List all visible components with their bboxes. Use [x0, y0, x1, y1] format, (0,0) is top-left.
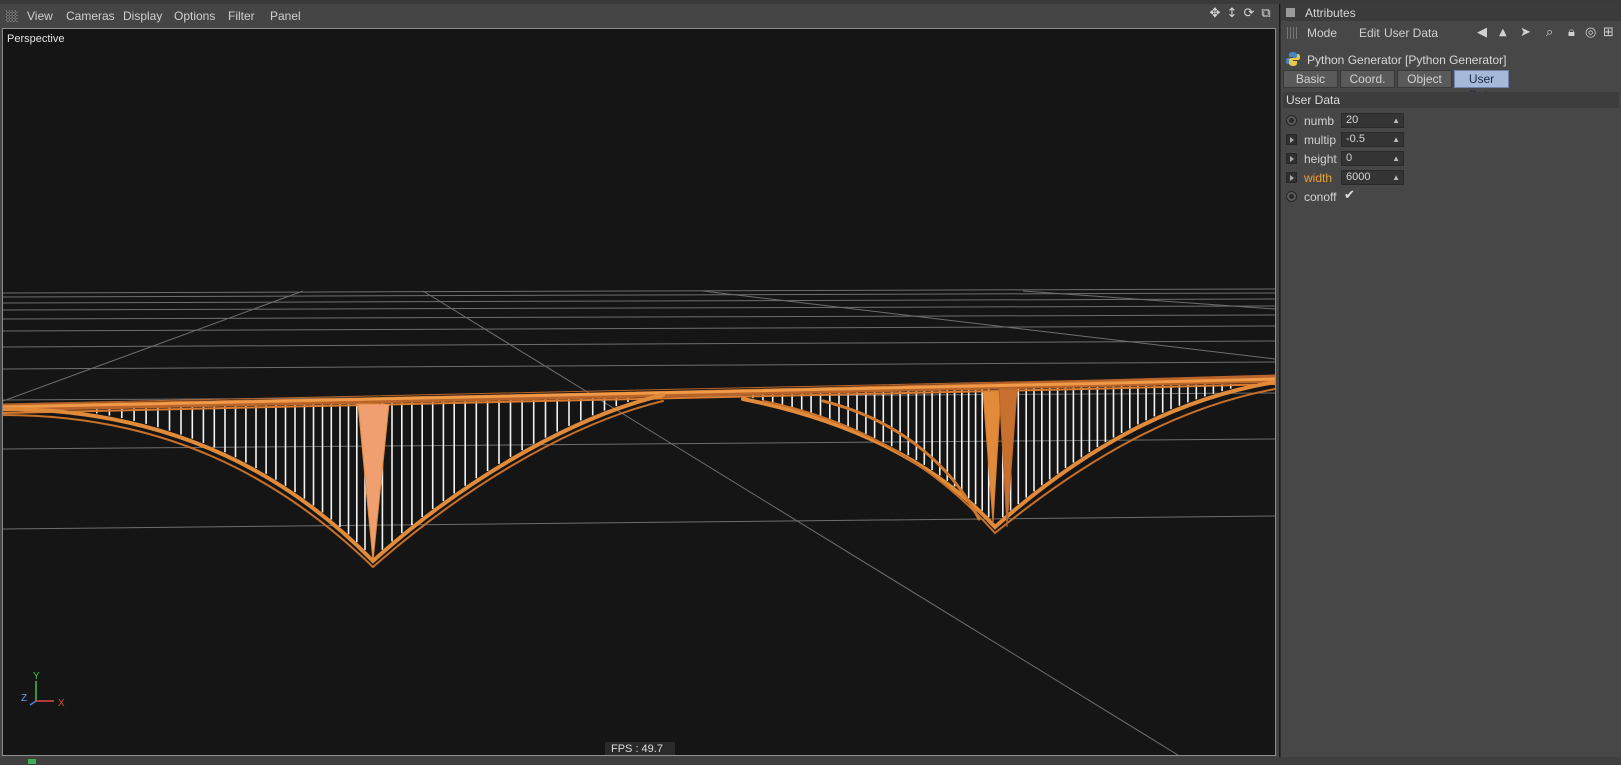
python-icon [1286, 52, 1300, 66]
grid-line [702, 290, 1275, 360]
pylon-left [357, 403, 390, 562]
param-width: width 6000 ▲ [1281, 169, 1621, 187]
field-value: 0 [1346, 152, 1353, 164]
search-icon[interactable]: ⌕ [1546, 25, 1553, 40]
cable-lines [96, 384, 1232, 550]
menu-options[interactable]: Options [174, 9, 215, 23]
move-icon[interactable]: ✥ [1208, 7, 1222, 21]
camera-label[interactable]: Perspective [7, 33, 64, 45]
object-name: Python Generator [Python Generator] [1307, 53, 1507, 67]
back-arrow-icon[interactable]: ◀ [1477, 25, 1487, 40]
grid-line [3, 305, 1275, 311]
attribute-tabs: Basic Coord. Object User Data [1283, 70, 1509, 102]
attributes-title: Attributes [1305, 6, 1356, 20]
param-label: height [1304, 152, 1337, 166]
tab-object[interactable]: Object [1397, 70, 1452, 88]
keyframe-icon[interactable] [1286, 134, 1297, 145]
viewport-nav-icons: ✥ ↕ ⟳ ⧉ [1208, 7, 1273, 21]
lock-icon[interactable]: 🔒︎ [1568, 25, 1575, 40]
up-arrow-icon[interactable]: ▲ [1499, 27, 1507, 38]
menu-edit[interactable]: Edit [1359, 26, 1380, 40]
object-header: Python Generator [Python Generator] [1281, 48, 1621, 70]
param-multip: multip -0.5 ▲ [1281, 131, 1621, 149]
axis-gizmo: Y Z X [21, 671, 65, 709]
grid-line [3, 298, 1275, 304]
menu-user-data[interactable]: User Data [1384, 26, 1438, 40]
attributes-panel: Attributes Mode Edit User Data ◀ ▲ ➤ ⌕ 🔒… [1280, 4, 1621, 757]
menu-panel[interactable]: Panel [270, 9, 301, 23]
new-panel-icon[interactable]: ⊞ [1603, 25, 1614, 40]
target-icon[interactable]: ◎ [1585, 25, 1596, 40]
attributes-menubar: Mode Edit User Data ◀ ▲ ➤ ⌕ 🔒︎ ◎ ⊞ [1281, 23, 1621, 43]
user-data-group-header[interactable]: User Data [1283, 92, 1619, 108]
conoff-checkbox[interactable]: ✔ [1344, 188, 1355, 203]
viewport-menubar: View Cameras Display Options Filter Pane… [0, 4, 1279, 27]
menu-cameras[interactable]: Cameras [66, 9, 115, 23]
param-label: width [1304, 171, 1333, 185]
floor-grid [3, 288, 1275, 755]
attributes-titlebar: Attributes [1281, 4, 1621, 21]
perspective-viewport[interactable]: Y Z X Perspective FPS : 49.7 [2, 28, 1276, 756]
rotate-icon[interactable]: ⟳ [1242, 7, 1256, 21]
stepper-icon[interactable]: ▲ [1392, 171, 1400, 184]
param-label: multip [1304, 133, 1337, 147]
status-indicator [28, 759, 36, 764]
grid-line [3, 288, 1275, 294]
bridge-structure [3, 374, 1275, 569]
pylon-right-a [982, 390, 1002, 524]
tab-coord[interactable]: Coord. [1340, 70, 1395, 88]
param-label: numb [1304, 114, 1335, 128]
axis-x-label: X [58, 698, 65, 709]
param-height: height 0 ▲ [1281, 150, 1621, 168]
keyframe-icon[interactable] [1286, 153, 1297, 164]
cursor-icon[interactable]: ➤ [1520, 25, 1531, 40]
field-value: 6000 [1346, 171, 1371, 183]
scene-canvas: Y Z X [3, 288, 1275, 755]
numb-field[interactable]: 20 ▲ [1341, 113, 1404, 128]
multip-field[interactable]: -0.5 ▲ [1341, 132, 1404, 147]
grid-line [3, 361, 1275, 370]
viewport-panel: View Cameras Display Options Filter Pane… [0, 4, 1279, 757]
menu-filter[interactable]: Filter [228, 9, 255, 23]
field-value: -0.5 [1346, 133, 1365, 145]
fps-readout: FPS : 49.7 [605, 742, 675, 755]
param-numb: numb 20 ▲ [1281, 112, 1621, 130]
field-value: 20 [1346, 114, 1359, 126]
menu-view[interactable]: View [27, 9, 53, 23]
menu-mode[interactable]: Mode [1307, 26, 1337, 40]
param-label: conoff [1304, 190, 1337, 204]
grid-line [3, 340, 1275, 348]
param-conoff: conoff ✔ [1281, 188, 1621, 206]
grid-line [3, 515, 1275, 530]
menu-display[interactable]: Display [123, 9, 162, 23]
dolly-icon[interactable]: ↕ [1225, 7, 1239, 21]
maximize-icon[interactable]: ⧉ [1259, 7, 1273, 21]
axis-z-label: Z [21, 693, 27, 704]
arch-right-back [821, 399, 981, 521]
arch-left [3, 393, 665, 564]
axis-z-line [29, 700, 37, 706]
stepper-icon[interactable]: ▲ [1392, 114, 1400, 127]
stepper-icon[interactable]: ▲ [1392, 133, 1400, 146]
grid-line [3, 314, 1275, 320]
status-strip [0, 757, 1621, 765]
grid-line [3, 325, 1275, 332]
tab-user-data[interactable]: User Data [1454, 70, 1509, 102]
width-field[interactable]: 6000 ▲ [1341, 170, 1404, 185]
panel-grip-icon[interactable] [6, 10, 18, 22]
tab-basic[interactable]: Basic [1283, 70, 1338, 88]
panel-grip-icon[interactable] [1287, 27, 1299, 39]
panel-menu-icon[interactable] [1286, 8, 1295, 17]
arch-left-inner [3, 400, 664, 569]
grid-line [422, 290, 1179, 755]
animate-dot-icon[interactable] [1286, 191, 1297, 202]
group-title: User Data [1286, 93, 1341, 107]
height-field[interactable]: 0 ▲ [1341, 151, 1404, 166]
animate-dot-icon[interactable] [1286, 115, 1297, 126]
axis-y-label: Y [33, 671, 40, 682]
pylon-right-b [998, 388, 1018, 528]
keyframe-icon[interactable] [1286, 172, 1297, 183]
stepper-icon[interactable]: ▲ [1392, 152, 1400, 165]
